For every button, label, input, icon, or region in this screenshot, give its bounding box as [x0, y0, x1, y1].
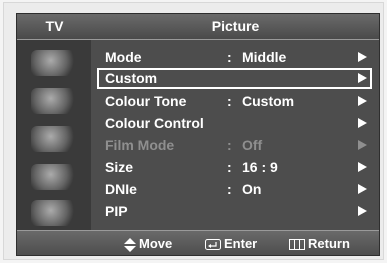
- separator: :: [227, 181, 232, 197]
- menu-item-pip[interactable]: PIP: [97, 201, 372, 222]
- menu-item-dnie[interactable]: DNIe : On: [97, 179, 372, 200]
- menu-item-custom[interactable]: Custom: [97, 68, 372, 89]
- enter-icon: [205, 239, 221, 251]
- menu-item-label: DNIe: [105, 181, 137, 197]
- menu-return-icon: [289, 239, 305, 251]
- arrow-right-icon: [358, 52, 367, 62]
- menu-item-label: Mode: [105, 49, 142, 65]
- arrow-right-icon: [358, 140, 367, 150]
- up-down-icon: [124, 237, 136, 252]
- source-label: TV: [45, 18, 64, 34]
- menu-item-colour-control[interactable]: Colour Control: [97, 113, 372, 134]
- menu-item-value: 16 : 9: [242, 159, 278, 175]
- menu-item-label: Custom: [105, 70, 158, 86]
- separator: :: [227, 159, 232, 175]
- osd-footer: Move Enter Return: [17, 230, 379, 255]
- menu-item-value: Off: [242, 137, 263, 153]
- arrow-right-icon: [358, 162, 367, 172]
- move-label: Move: [139, 236, 173, 251]
- enter-hint: Enter: [205, 231, 258, 255]
- menu-item-mode[interactable]: Mode : Middle: [97, 47, 372, 68]
- arrow-right-icon: [358, 73, 367, 83]
- separator: :: [227, 49, 232, 65]
- input-icon[interactable]: [31, 50, 75, 76]
- menu-item-value: On: [242, 181, 262, 197]
- tv-osd-frame: TV Picture Mode : Middle Custom Colour T…: [3, 2, 384, 260]
- osd-screen: TV Picture Mode : Middle Custom Colour T…: [16, 13, 380, 256]
- sound-icon[interactable]: [31, 126, 75, 152]
- menu-item-label: Size: [105, 159, 134, 175]
- menu-title: Picture: [211, 18, 260, 34]
- menu-item-value: Middle: [242, 49, 287, 65]
- arrow-right-icon: [358, 118, 367, 128]
- menu-item-label: Colour Control: [105, 115, 204, 131]
- menu-item-label: Film Mode: [105, 137, 175, 153]
- setup-icon[interactable]: [31, 200, 75, 226]
- arrow-right-icon: [358, 184, 367, 194]
- menu-item-film-mode: Film Mode : Off: [97, 135, 372, 156]
- return-hint: Return: [289, 231, 350, 255]
- menu-item-value: Custom: [242, 93, 295, 109]
- picture-menu: Mode : Middle Custom Colour Tone : Custo…: [92, 40, 379, 230]
- channel-icon[interactable]: [31, 164, 75, 190]
- osd-header: TV Picture: [17, 14, 379, 40]
- separator: :: [227, 93, 232, 109]
- separator: :: [227, 137, 232, 153]
- move-hint: Move: [124, 231, 173, 255]
- arrow-right-icon: [358, 206, 367, 216]
- return-label: Return: [308, 236, 350, 251]
- menu-item-colour-tone[interactable]: Colour Tone : Custom: [97, 91, 372, 112]
- arrow-right-icon: [358, 96, 367, 106]
- picture-icon[interactable]: [31, 88, 75, 114]
- sidebar: [17, 40, 91, 230]
- menu-item-label: PIP: [105, 203, 128, 219]
- menu-item-label: Colour Tone: [105, 93, 187, 109]
- enter-label: Enter: [224, 236, 258, 251]
- menu-item-size[interactable]: Size : 16 : 9: [97, 157, 372, 178]
